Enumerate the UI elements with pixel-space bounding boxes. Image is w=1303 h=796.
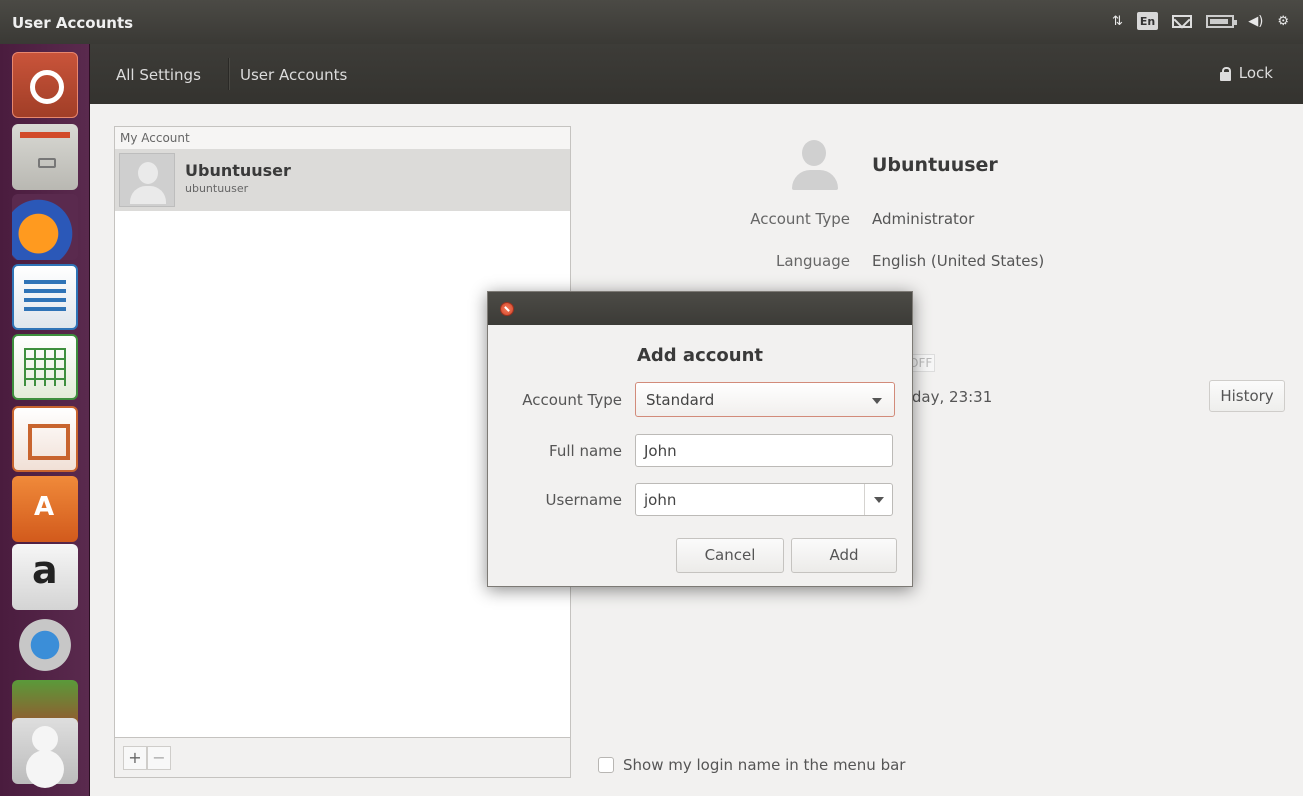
list-item[interactable]: Ubuntuuser ubuntuuser (115, 149, 570, 211)
close-icon[interactable] (500, 302, 514, 316)
account-type-select[interactable]: Standard (635, 382, 895, 417)
lock-label: Lock (1238, 64, 1273, 82)
full-name-value: John (644, 442, 677, 460)
account-type-value[interactable]: Administrator (872, 210, 974, 228)
user-accounts-icon[interactable] (12, 718, 78, 784)
details-name[interactable]: Ubuntuuser (872, 154, 998, 176)
calc-icon[interactable] (12, 334, 78, 400)
network-icon[interactable]: ⇅ (1112, 12, 1123, 30)
account-type-select-value: Standard (646, 391, 715, 409)
list-section-title: My Account (115, 127, 570, 149)
show-login-checkbox[interactable] (598, 757, 614, 773)
avatar (119, 153, 175, 207)
impress-icon[interactable] (12, 406, 78, 472)
system-settings-icon[interactable] (12, 612, 78, 678)
dialog-titlebar (488, 292, 912, 325)
account-type-label: Account Type (750, 210, 850, 228)
software-center-icon[interactable] (12, 476, 78, 542)
show-login-option[interactable]: Show my login name in the menu bar (598, 756, 905, 774)
lock-icon (1219, 67, 1231, 81)
firefox-icon[interactable] (12, 194, 78, 260)
list-toolbar: + − (115, 737, 570, 777)
username-field[interactable]: john (635, 483, 893, 516)
full-name-field[interactable]: John (635, 434, 893, 467)
gear-icon[interactable]: ⚙ (1277, 12, 1289, 30)
full-name-field-label: Full name (549, 442, 622, 460)
add-account-dialog: Add account Account Type Standard Full n… (487, 291, 913, 587)
account-username: ubuntuuser (185, 182, 249, 195)
cancel-button[interactable]: Cancel (676, 538, 784, 573)
language-value[interactable]: English (United States) (872, 252, 1044, 270)
indicator-area: ⇅ En ◀) ⚙ (1112, 12, 1289, 30)
chevron-down-icon (872, 398, 882, 404)
add-user-button[interactable]: + (123, 746, 147, 770)
language-label: Language (775, 252, 850, 270)
breadcrumb-current: User Accounts (240, 66, 348, 84)
volume-icon[interactable]: ◀) (1248, 12, 1263, 30)
add-button[interactable]: Add (791, 538, 897, 573)
amazon-icon[interactable] (12, 544, 78, 610)
window-title: User Accounts (12, 14, 134, 32)
keyboard-layout-indicator[interactable]: En (1136, 12, 1159, 30)
last-login-value: rday, 23:31 (906, 388, 993, 406)
remove-user-button[interactable]: − (147, 746, 171, 770)
history-button[interactable]: History (1209, 380, 1285, 412)
dialog-title: Add account (636, 345, 764, 366)
account-full-name: Ubuntuuser (185, 161, 291, 180)
show-login-label: Show my login name in the menu bar (623, 756, 906, 774)
launcher (0, 44, 90, 796)
settings-header: All Settings User Accounts Lock (90, 44, 1303, 104)
ubuntu-dash-icon[interactable] (12, 52, 78, 118)
mail-icon[interactable] (1172, 14, 1193, 28)
battery-icon[interactable] (1206, 14, 1238, 28)
writer-icon[interactable] (12, 264, 78, 330)
all-settings-button[interactable]: All Settings (116, 66, 201, 84)
lock-button[interactable]: Lock (1219, 64, 1273, 82)
files-icon[interactable] (12, 124, 78, 190)
username-value: john (644, 491, 677, 509)
top-panel: User Accounts ⇅ En ◀) ⚙ (0, 0, 1303, 44)
breadcrumb-separator (228, 58, 229, 90)
chevron-down-icon[interactable] (864, 484, 892, 515)
avatar[interactable] (790, 136, 840, 192)
username-field-label: Username (545, 491, 622, 509)
account-type-field-label: Account Type (522, 391, 622, 409)
